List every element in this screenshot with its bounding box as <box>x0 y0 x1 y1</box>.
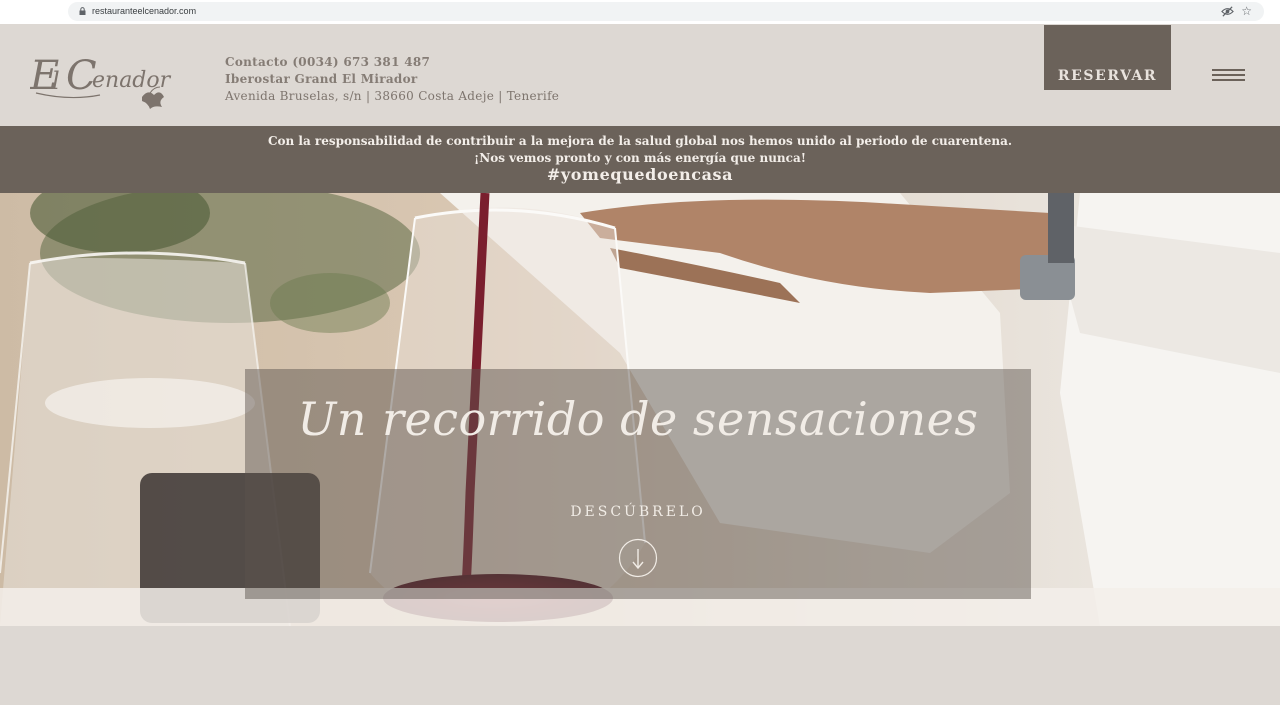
contact-phone[interactable]: Contacto (0034) 673 381 487 <box>225 54 559 71</box>
menu-line <box>1212 74 1245 76</box>
reserve-button[interactable]: RESERVAR <box>1044 25 1171 90</box>
logo[interactable]: E l C enador <box>30 43 176 109</box>
site-header: E l C enador Contacto (0034) 673 381 487… <box>0 25 1280 126</box>
url-text: restauranteelcenador.com <box>92 6 197 16</box>
svg-text:enador: enador <box>92 68 172 93</box>
hero-title: Un recorrido de sensaciones <box>297 392 979 446</box>
hamburger-menu-icon[interactable] <box>1212 69 1245 83</box>
hotel-name: Iberostar Grand El Mirador <box>225 72 418 86</box>
url-field[interactable]: restauranteelcenador.com ☆ <box>68 2 1264 21</box>
page-bottom-section <box>0 626 1280 705</box>
notice-line-1: Con la responsabilidad de contribuir a l… <box>267 134 1013 148</box>
notice-hashtag: #yomequedoencasa <box>546 165 734 184</box>
eye-off-icon[interactable] <box>1221 5 1234 18</box>
star-icon[interactable]: ☆ <box>1241 3 1252 19</box>
quarantine-notice: Con la responsabilidad de contribuir a l… <box>0 126 1280 193</box>
svg-text:l: l <box>52 67 60 95</box>
contact-info: Contacto (0034) 673 381 487 Iberostar Gr… <box>225 54 559 105</box>
hero-section: Un recorrido de sensaciones DESCÚBRELO <box>0 193 1280 626</box>
menu-line <box>1212 79 1245 81</box>
address: Avenida Bruselas, s/n | 38660 Costa Adej… <box>225 89 560 103</box>
arrow-down-circle-icon[interactable] <box>618 538 658 578</box>
hero-overlay-box: Un recorrido de sensaciones DESCÚBRELO <box>245 369 1031 599</box>
notice-line-2: ¡Nos vemos pronto y con más energía que … <box>473 151 807 165</box>
lock-icon <box>79 7 86 15</box>
menu-line <box>1212 69 1245 71</box>
discover-link[interactable]: DESCÚBRELO <box>245 503 1031 521</box>
browser-address-bar: restauranteelcenador.com ☆ <box>0 0 1280 24</box>
